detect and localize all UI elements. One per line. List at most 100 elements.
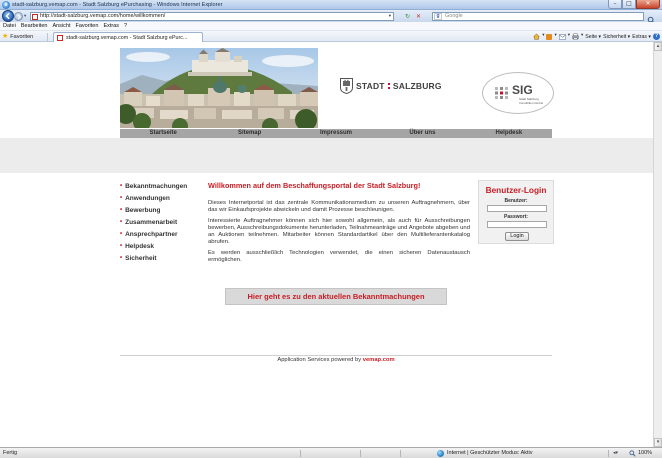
scroll-up-icon[interactable]: ▴	[654, 42, 662, 51]
search-magnifier-icon[interactable]	[647, 12, 657, 25]
bullet-icon: •	[120, 243, 123, 249]
salzburg-city-photo	[116, 48, 318, 134]
page-favicon-icon	[32, 13, 38, 20]
sidebar-item-label: Sicherheit	[125, 254, 157, 262]
sidebar-item-label: Ansprechpartner	[125, 230, 178, 238]
welcome-paragraph: Es werden ausschließlich Technologien ve…	[208, 250, 470, 263]
maximize-button[interactable]: □	[622, 0, 636, 9]
login-button[interactable]: Login	[505, 232, 529, 241]
internet-explorer-icon: e	[2, 1, 10, 9]
sidebar-menu: • Bekanntmachungen • Anwendungen • Bewerbun…	[120, 180, 200, 264]
logo-separator-icon	[387, 83, 390, 89]
sidebar-item-bekanntmachungen[interactable]: • Bekanntmachungen	[120, 180, 200, 192]
menu-datei[interactable]: Datei	[3, 22, 16, 30]
bullet-icon: •	[120, 231, 123, 237]
nav-ueber-uns[interactable]: Über uns	[379, 129, 465, 138]
feed-icon[interactable]	[546, 33, 553, 40]
home-dropdown-icon[interactable]: ▾	[542, 34, 544, 39]
sidebar-item-label: Zusammenarbeit	[125, 218, 178, 226]
mail-dropdown-icon[interactable]: ▾	[568, 34, 570, 39]
welcome-paragraph: Interessierte Auftragnehmer können sich …	[208, 218, 470, 245]
menu-ansicht[interactable]: Ansicht	[52, 22, 70, 30]
menu-bearbeiten[interactable]: Bearbeiten	[21, 22, 48, 30]
search-provider-icon: g	[434, 13, 442, 20]
footer-text: Application Services powered by	[277, 357, 363, 363]
forward-button[interactable]	[14, 12, 23, 21]
minimize-button[interactable]: –	[608, 0, 622, 9]
feed-dropdown-icon[interactable]: ▾	[554, 34, 556, 39]
history-dropdown-icon[interactable]: ▾	[24, 12, 26, 21]
stop-icon[interactable]: ✕	[416, 12, 421, 21]
nav-impressum[interactable]: Impressum	[293, 129, 379, 138]
password-field[interactable]	[487, 221, 547, 228]
refresh-icon[interactable]: ↻	[405, 12, 410, 21]
security-zone[interactable]: Internet | Geschützter Modus: Aktiv	[447, 448, 533, 458]
login-title: Benutzer-Login	[485, 185, 547, 195]
print-dropdown-icon[interactable]: ▾	[581, 34, 583, 39]
browser-tab[interactable]: stadt-salzburg.vemap.com - Stadt Salzbur…	[53, 32, 203, 42]
page-menu[interactable]: Seite ▾	[585, 34, 601, 40]
status-separator	[400, 450, 401, 457]
username-field[interactable]	[487, 205, 547, 212]
status-text: Fertig	[3, 450, 18, 456]
tools-menu[interactable]: Extras ▾	[632, 34, 651, 40]
footer-vemap-link[interactable]: vemap.com	[363, 357, 395, 363]
welcome-text: Dieses Internetportal ist das zentrale K…	[208, 200, 470, 268]
address-bar[interactable]: http://stadt-salzburg.vemap.com/home/wil…	[30, 12, 394, 21]
sidebar-item-sicherheit[interactable]: • Sicherheit	[120, 252, 200, 264]
announcements-button[interactable]: Hier geht es zu den aktuellen Bekanntmac…	[225, 288, 447, 305]
tab-title: stadt-salzburg.vemap.com - Stadt Salzbur…	[66, 34, 188, 41]
forward-arrow-icon	[17, 14, 21, 19]
zoom-level[interactable]: 100%	[638, 448, 652, 458]
bullet-icon: •	[120, 255, 123, 261]
menu-extras[interactable]: Extras	[103, 22, 119, 30]
sig-squares-icon	[495, 86, 509, 99]
menu-bar: Datei Bearbeiten Ansicht Favoriten Extra…	[0, 22, 662, 31]
nav-sitemap[interactable]: Sitemap	[206, 129, 292, 138]
tab-favicon-icon	[57, 34, 63, 41]
favorites-button[interactable]: ★ Favoriten	[2, 31, 33, 42]
address-dropdown-icon[interactable]: ▾	[389, 13, 391, 20]
window-controls: – □ ✕	[608, 0, 660, 9]
stadt-salzburg-logo[interactable]: STADT SALZBURG	[340, 76, 448, 96]
nav-helpdesk[interactable]: Helpdesk	[466, 129, 552, 138]
home-icon[interactable]	[533, 33, 541, 40]
sidebar-item-anwendungen[interactable]: • Anwendungen	[120, 192, 200, 204]
zoom-icon	[629, 450, 636, 457]
safety-menu[interactable]: Sicherheit ▾	[603, 34, 630, 40]
vertical-scrollbar[interactable]: ▴ ▾	[653, 42, 662, 447]
search-box[interactable]: g Google	[432, 12, 644, 21]
sidebar-item-bewerbung[interactable]: • Bewerbung	[120, 204, 200, 216]
welcome-paragraph: Dieses Internetportal ist das zentrale K…	[208, 200, 470, 213]
bullet-icon: •	[120, 207, 123, 213]
bullet-icon: •	[120, 183, 123, 189]
sidebar-item-zusammenarbeit[interactable]: • Zusammenarbeit	[120, 216, 200, 228]
help-icon[interactable]: ?	[653, 33, 660, 40]
menu-favoriten[interactable]: Favoriten	[76, 22, 99, 30]
sig-logo[interactable]: SIG Stadt Salzburg Immobilien GmbH	[482, 72, 554, 114]
scroll-down-icon[interactable]: ▾	[654, 438, 662, 447]
search-input[interactable]: Google	[445, 13, 463, 20]
back-arrow-icon	[5, 12, 10, 20]
nav-startseite[interactable]: Startseite	[120, 129, 206, 138]
sidebar-item-label: Helpdesk	[125, 242, 155, 250]
protected-mode-icon[interactable]: ◂▾	[613, 448, 618, 458]
bullet-icon: •	[120, 195, 123, 201]
close-window-button[interactable]: ✕	[636, 0, 660, 9]
mail-icon[interactable]	[558, 33, 566, 40]
window-title-bar: e stadt-salzburg.vemap.com - Stadt Salzb…	[0, 0, 662, 10]
sidebar-item-ansprechpartner[interactable]: • Ansprechpartner	[120, 228, 200, 240]
address-url: http://stadt-salzburg.vemap.com/home/wil…	[40, 13, 166, 19]
menu-help[interactable]: ?	[124, 22, 127, 30]
sidebar-item-helpdesk[interactable]: • Helpdesk	[120, 240, 200, 252]
print-icon[interactable]	[572, 33, 579, 40]
favorites-bar: ★ Favoriten stadt-salzburg.vemap.com - S…	[0, 31, 662, 42]
status-separator	[608, 450, 609, 457]
login-box: Benutzer-Login Benutzer: Passwort: Login	[478, 180, 554, 244]
page-content: STADT SALZBURG SIG Stadt Salzburg Immobi…	[0, 42, 653, 447]
status-separator	[300, 450, 301, 457]
back-button[interactable]	[2, 10, 14, 22]
sig-logo-subtext-2: Immobilien GmbH	[519, 100, 544, 105]
main-navigation: Startseite Sitemap Impressum Über uns He…	[120, 129, 552, 138]
username-label: Benutzer:	[504, 198, 528, 204]
